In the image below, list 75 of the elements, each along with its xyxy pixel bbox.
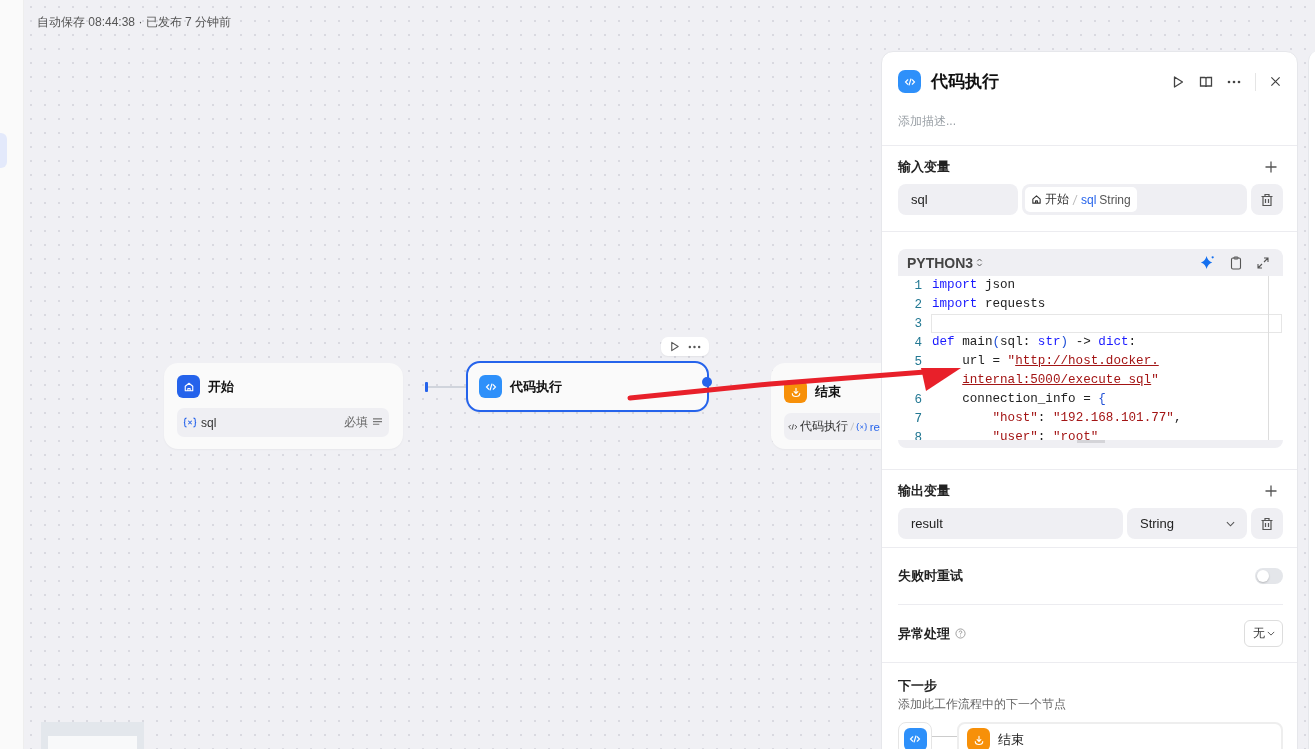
node-title: 开始 xyxy=(208,377,234,396)
code-editor[interactable]: PYTHON3 1 import json 2 import requests 3 4 def main(sql: str) -> dict: 5 url = "http://host.docker. internal:5000/execute_sql" 6 connection_info = { 7 "host": "192.168.101.77", 8 "user": "root" xyxy=(898,249,1283,448)
retry-toggle[interactable] xyxy=(1255,568,1283,584)
expand-icon[interactable] xyxy=(1257,256,1269,269)
code-line: "host": "192.168.101.77", xyxy=(991,410,1183,427)
home-icon xyxy=(1031,194,1042,205)
required-label: 必填 xyxy=(344,414,368,431)
delete-button[interactable] xyxy=(1251,184,1283,215)
workflow-node[interactable]: 结束 代码执行 re xyxy=(771,363,882,449)
code-line: connection_info = { xyxy=(961,391,1107,408)
workflow-node[interactable]: 代码执行 xyxy=(466,361,709,412)
delete-button[interactable] xyxy=(1251,508,1283,539)
line-number: 2 xyxy=(913,297,923,312)
sparkle-icon[interactable] xyxy=(1200,255,1215,270)
line-number: 8 xyxy=(913,430,923,440)
code-icon xyxy=(898,70,921,93)
home-icon xyxy=(177,375,200,398)
variable-name-field[interactable]: sql xyxy=(898,184,1018,215)
play-icon[interactable] xyxy=(1171,74,1185,89)
line-number: 7 xyxy=(913,411,923,426)
separator-icon xyxy=(849,421,855,432)
variable-reference-field[interactable]: 开始 sql String xyxy=(1022,184,1247,215)
node-title: 代码执行 xyxy=(510,377,562,396)
workflow-node[interactable]: 开始 sql 必填 xyxy=(164,363,403,449)
panel-title: 代码执行 xyxy=(931,71,999,93)
code-line: url = "http://host.docker. xyxy=(961,353,1160,370)
variable-name: sql xyxy=(201,415,218,430)
more-icon[interactable] xyxy=(1227,79,1241,84)
book-icon[interactable] xyxy=(1199,74,1213,89)
more-icon[interactable] xyxy=(688,344,701,349)
variable-icon xyxy=(856,421,868,432)
type-dropdown[interactable]: String xyxy=(1127,508,1247,539)
code-icon xyxy=(479,375,502,398)
code-line: import requests xyxy=(931,296,1047,313)
trash-icon xyxy=(1260,192,1274,207)
section-title: 输入变量 xyxy=(898,158,950,176)
variable-name-field[interactable]: result xyxy=(898,508,1123,539)
chevron-down-icon xyxy=(1267,631,1275,636)
retry-label: 失败时重试 xyxy=(898,567,963,585)
source-node-label: 代码执行 xyxy=(799,419,848,434)
code-line: def main(sql: str) -> dict: xyxy=(931,334,1138,351)
line-number: 1 xyxy=(913,278,923,293)
line-number: 6 xyxy=(913,392,923,407)
line-number: 3 xyxy=(913,316,923,331)
separator-icon xyxy=(1072,193,1078,206)
error-handling-dropdown[interactable]: 无 xyxy=(1244,620,1283,647)
line-number: 4 xyxy=(913,335,923,350)
variable-name: sql xyxy=(1081,192,1097,207)
variable-type: String xyxy=(1099,192,1131,207)
section-title: 下一步 xyxy=(898,677,938,695)
section-title: 输出变量 xyxy=(898,482,950,500)
code-line: import json xyxy=(931,277,1017,294)
connection-handle[interactable] xyxy=(702,377,712,387)
code-line: "user": "root" xyxy=(991,429,1100,440)
source-node-label: 开始 xyxy=(1045,191,1069,208)
play-icon[interactable] xyxy=(669,341,680,352)
chevron-down-icon xyxy=(1226,520,1235,527)
error-handling-label: 异常处理 xyxy=(898,624,950,643)
language-selector[interactable]: PYTHON3 xyxy=(907,254,974,271)
section-subtitle: 添加此工作流程中的下一个节点 xyxy=(898,697,1067,712)
lines-icon xyxy=(372,418,383,427)
variable-name: re xyxy=(869,420,880,433)
clipboard-icon[interactable] xyxy=(1230,255,1242,270)
next-node-card[interactable]: 结束 xyxy=(957,722,1283,749)
close-icon[interactable] xyxy=(1270,76,1281,87)
add-icon[interactable] xyxy=(1265,161,1277,173)
autosave-status: 自动保存 08:44:38 · 已发布 7 分钟前 xyxy=(37,14,232,31)
add-icon[interactable] xyxy=(1265,485,1277,497)
code-icon xyxy=(788,422,798,431)
node-title: 结束 xyxy=(815,382,841,401)
code-line: internal:5000/execute_sql" xyxy=(961,372,1160,389)
line-number: 5 xyxy=(913,354,923,369)
trash-icon xyxy=(1260,516,1274,531)
node-title: 结束 xyxy=(998,730,1024,749)
variable-icon xyxy=(183,417,197,428)
